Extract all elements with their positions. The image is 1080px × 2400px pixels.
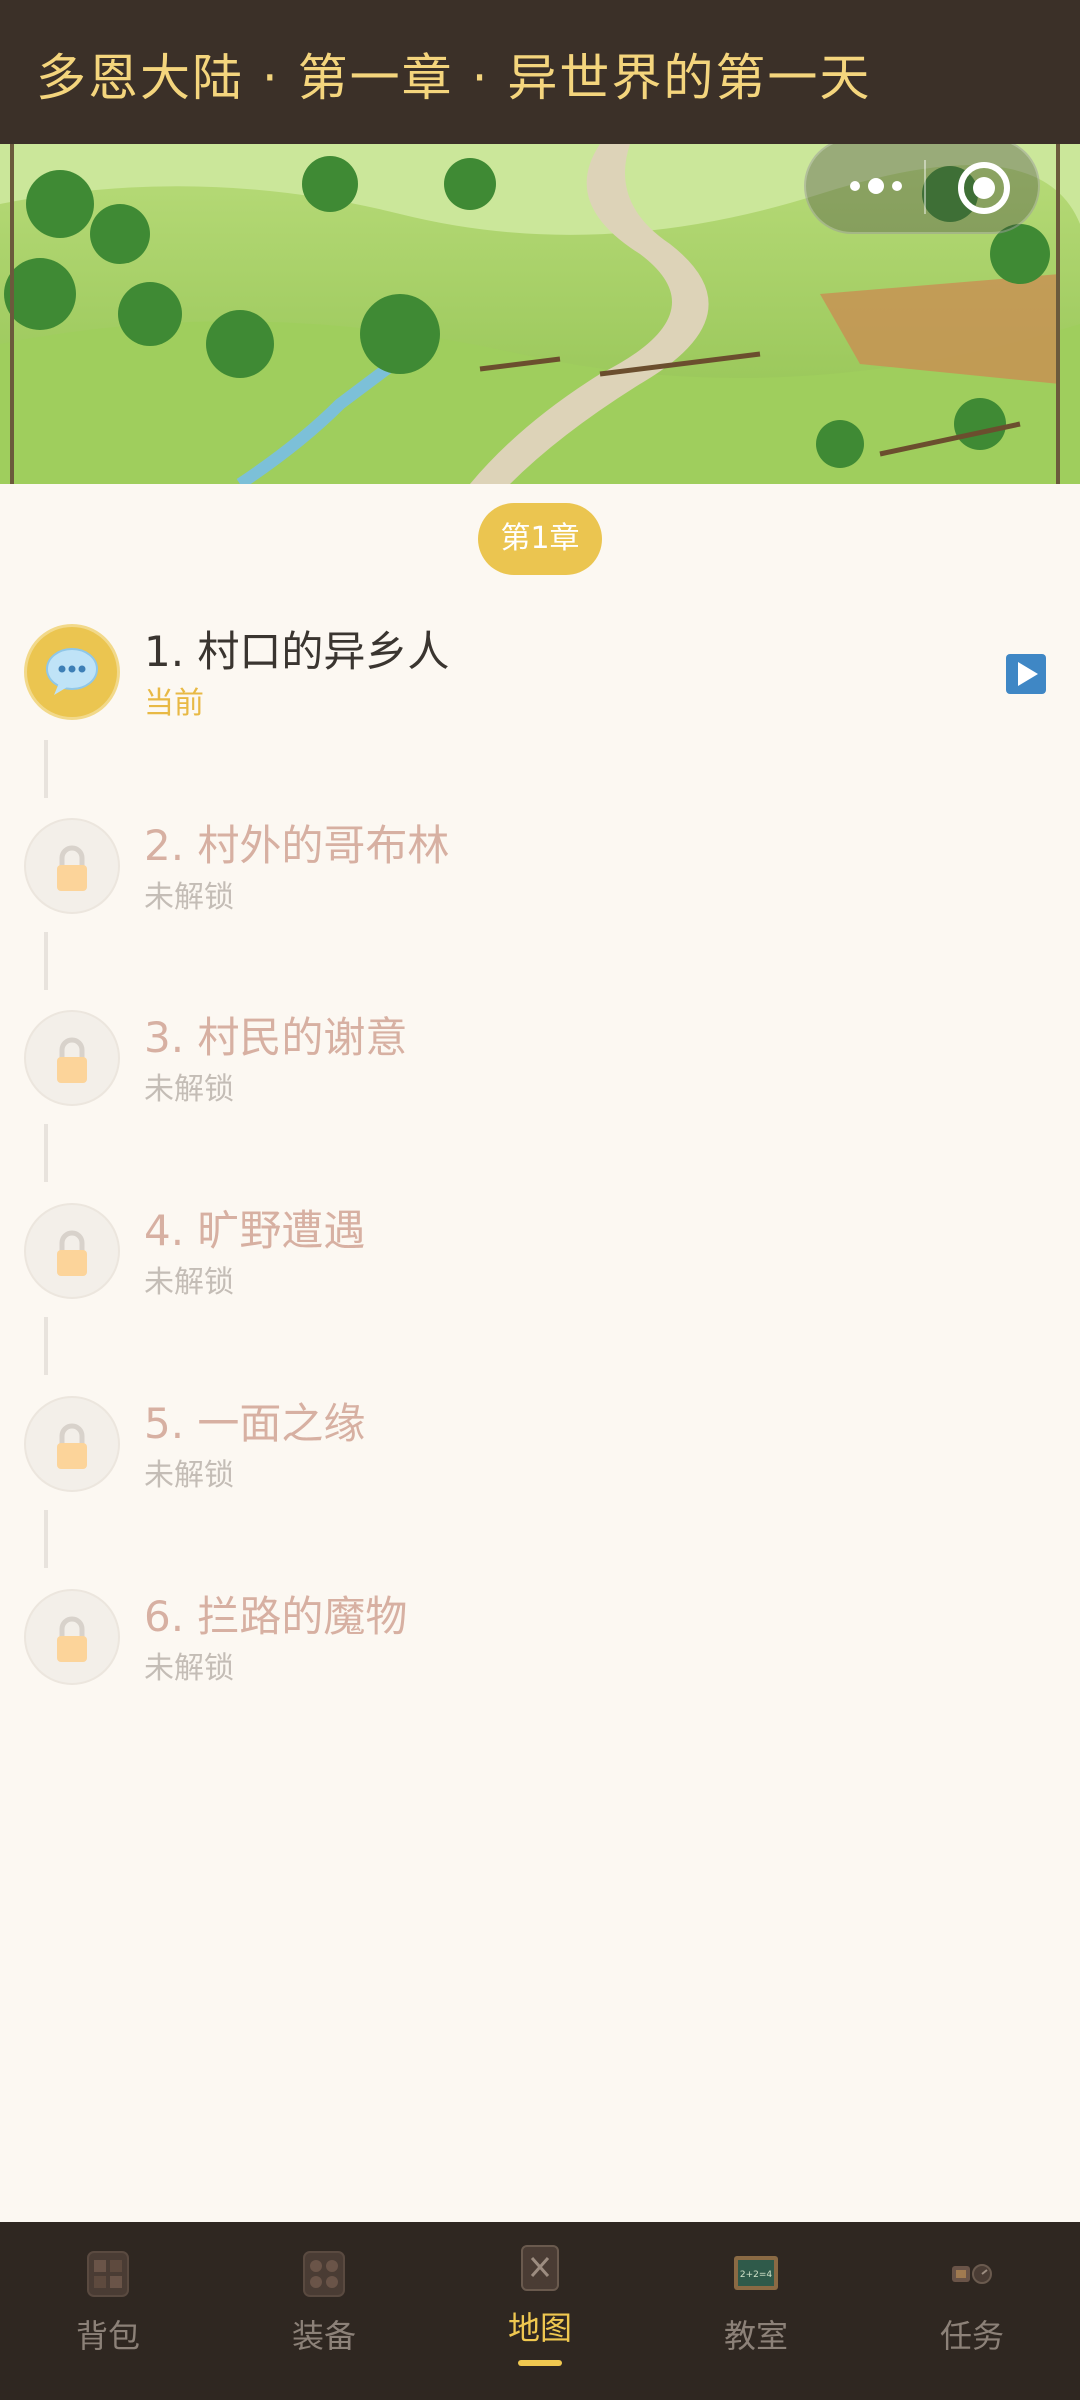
- chapter-badge: 第1章: [478, 503, 602, 575]
- level-icon-circle: [24, 624, 120, 720]
- quest-icon: [952, 2264, 992, 2284]
- level-status: 未解锁: [144, 1265, 234, 1300]
- nav-item-backpack[interactable]: 背包: [0, 2222, 216, 2400]
- mini-program-capsule: [804, 144, 1040, 234]
- play-triangle: [1018, 662, 1038, 686]
- path-connector: [44, 740, 48, 798]
- speech-bubble-icon: [46, 648, 98, 695]
- nav-item-equipment[interactable]: 装备: [216, 2222, 432, 2400]
- level-item[interactable]: 3. 村民的谢意 未解锁: [0, 1010, 1080, 1120]
- map-icon: [521, 2245, 559, 2291]
- bottom-nav: 背包 装备 地图 2+2=4 教室 任务: [0, 2222, 1080, 2400]
- lock-icon: [57, 1616, 87, 1662]
- nav-item-quest[interactable]: 任务: [864, 2222, 1080, 2400]
- path-connector: [44, 1510, 48, 1568]
- nav-item-map[interactable]: 地图: [432, 2222, 648, 2400]
- level-icon-circle: [24, 1589, 120, 1685]
- nav-item-classroom[interactable]: 2+2=4 教室: [648, 2222, 864, 2400]
- more-icon[interactable]: [836, 164, 916, 208]
- nav-label: 装备: [291, 2317, 356, 2355]
- level-icon-circle: [24, 818, 120, 914]
- active-indicator: [518, 2360, 562, 2366]
- nav-label: 背包: [75, 2317, 140, 2355]
- level-title: 1. 村口的异乡人: [144, 627, 450, 676]
- level-item[interactable]: 1. 村口的异乡人 当前: [0, 624, 1080, 734]
- level-icon-circle: [24, 1010, 120, 1106]
- lock-icon: [57, 1037, 87, 1083]
- level-item[interactable]: 4. 旷野遭遇 未解锁: [0, 1203, 1080, 1313]
- level-item[interactable]: 6. 拦路的魔物 未解锁: [0, 1589, 1080, 1699]
- nav-label: 任务: [939, 2317, 1004, 2355]
- lock-icon: [57, 1230, 87, 1276]
- level-status: 未解锁: [144, 1651, 234, 1686]
- level-title: 2. 村外的哥布林: [144, 821, 450, 870]
- level-title: 3. 村民的谢意: [144, 1013, 408, 1062]
- landscape-banner: [0, 144, 1080, 484]
- level-icon-circle: [24, 1203, 120, 1299]
- lock-icon: [57, 845, 87, 891]
- level-item[interactable]: 5. 一面之缘 未解锁: [0, 1396, 1080, 1506]
- backpack-icon: [87, 2251, 129, 2297]
- level-icon-circle: [24, 1396, 120, 1492]
- close-circle-icon[interactable]: [958, 162, 1010, 214]
- level-title: 4. 旷野遭遇: [144, 1206, 366, 1255]
- path-connector: [44, 1124, 48, 1182]
- page-title: 多恩大陆 · 第一章 · 异世界的第一天: [36, 49, 872, 107]
- play-icon[interactable]: [1006, 654, 1046, 694]
- level-status: 未解锁: [144, 880, 234, 915]
- top-header: 多恩大陆 · 第一章 · 异世界的第一天: [0, 0, 1080, 144]
- path-connector: [44, 932, 48, 990]
- nav-label: 教室: [723, 2317, 788, 2355]
- level-status: 未解锁: [144, 1458, 234, 1493]
- nav-label: 地图: [507, 2309, 572, 2347]
- svg-text:2+2=4: 2+2=4: [740, 2270, 773, 2280]
- path-connector: [44, 1317, 48, 1375]
- level-status: 当前: [144, 686, 204, 721]
- level-status: 未解锁: [144, 1072, 234, 1107]
- level-item[interactable]: 2. 村外的哥布林 未解锁: [0, 818, 1080, 928]
- equipment-icon: [303, 2251, 345, 2297]
- lock-icon: [57, 1423, 87, 1469]
- classroom-icon: 2+2=4: [734, 2256, 778, 2290]
- level-title: 6. 拦路的魔物: [144, 1592, 408, 1641]
- capsule-divider: [924, 160, 926, 214]
- level-title: 5. 一面之缘: [144, 1399, 366, 1448]
